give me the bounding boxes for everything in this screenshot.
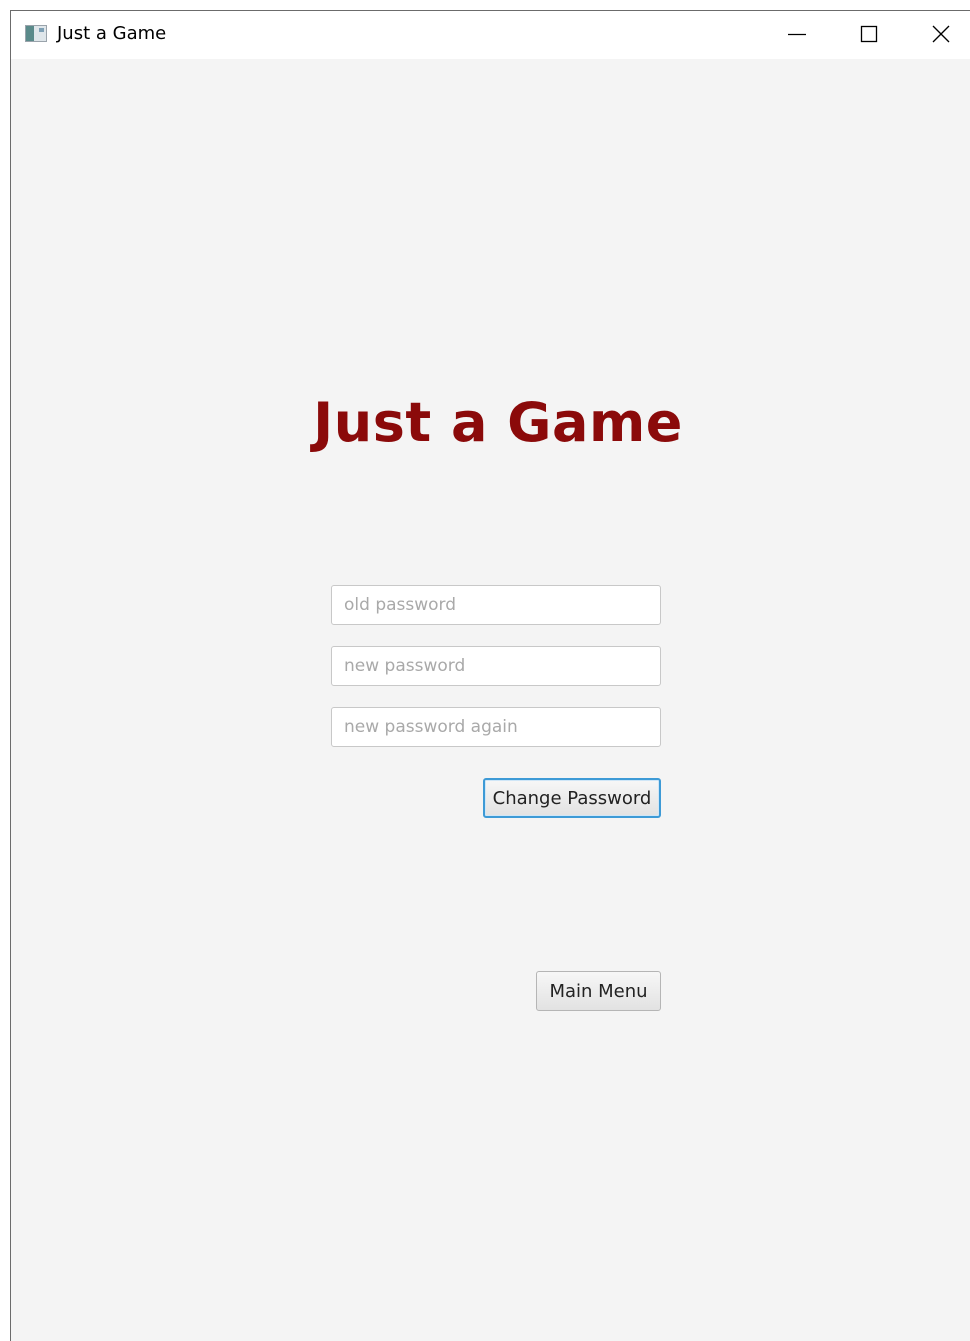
app-window-icon xyxy=(25,25,47,42)
old-password-field[interactable] xyxy=(331,585,661,625)
title-bar[interactable]: Just a Game xyxy=(11,11,970,59)
minimize-icon xyxy=(788,33,806,36)
window-title: Just a Game xyxy=(57,23,167,44)
minimize-button[interactable] xyxy=(761,11,833,57)
new-password-again-field[interactable] xyxy=(331,707,661,747)
maximize-button[interactable] xyxy=(833,11,905,57)
main-menu-button[interactable]: Main Menu xyxy=(536,971,661,1011)
close-button[interactable] xyxy=(905,11,970,57)
close-icon xyxy=(932,25,950,43)
change-password-button[interactable]: Change Password xyxy=(483,778,661,818)
page-title: Just a Game xyxy=(313,391,683,454)
change-password-screen: Just a Game Change Password Main Menu xyxy=(11,59,970,1341)
new-password-field[interactable] xyxy=(331,646,661,686)
maximize-icon xyxy=(860,25,878,43)
app-window: Just a Game Just a Game Change Password … xyxy=(10,10,970,1341)
